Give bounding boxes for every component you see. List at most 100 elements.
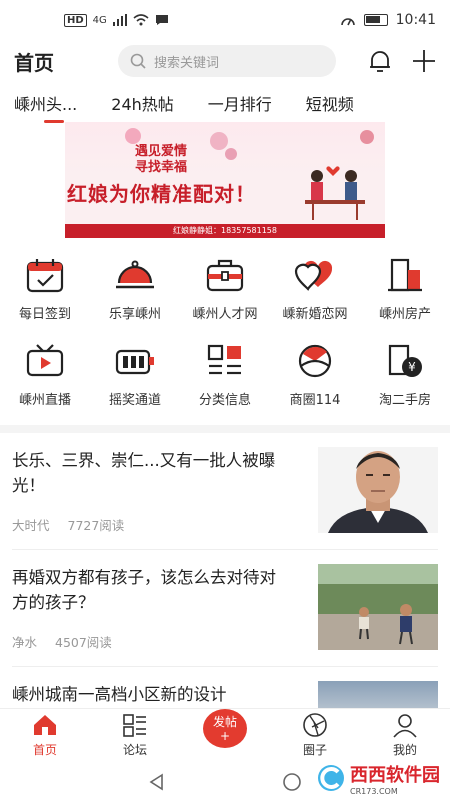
article-meta: 大时代 7727阅读	[12, 515, 124, 534]
tab-shengzhou-headlines[interactable]: 嵊州头...	[14, 91, 77, 123]
article-title: 长乐、三界、崇仁...又有一批人被曝光！	[12, 451, 276, 495]
grid-label: 商圈114	[289, 393, 341, 408]
list-item[interactable]: 再婚双方都有孩子，该怎么去对待对方的孩子？ 净水 4507阅读	[12, 550, 438, 667]
grid-label: 嵊新婚恋网	[282, 307, 348, 322]
banner-slogan-line2: 寻找幸福	[135, 160, 188, 175]
nav-profile[interactable]: 我的	[360, 709, 450, 764]
grid-label: 嵊州房产	[378, 307, 431, 322]
article-thumbnail	[318, 447, 438, 533]
grid-label: 分类信息	[198, 393, 251, 408]
banner-slogan-line1: 遇见爱情	[135, 144, 188, 159]
tab-short-video[interactable]: 短视频	[306, 91, 354, 115]
add-icon[interactable]	[412, 49, 436, 73]
balloon-decoration	[210, 132, 228, 150]
signal-label: 4G	[92, 14, 107, 26]
grid-row-2: 嵊州直播 摇奖通道 分类信息 商圈114 ¥ 淘二手房	[0, 341, 450, 427]
nav-label: 我的	[392, 743, 417, 757]
watermark-sub: CR173.COM	[350, 786, 398, 796]
grid-item-second-hand-house[interactable]: ¥ 淘二手房	[360, 341, 450, 427]
grid-item-lottery[interactable]: 摇奖通道	[90, 341, 180, 427]
tv-play-icon	[23, 341, 67, 381]
post-button-label: 发帖	[212, 714, 237, 729]
briefcase-icon	[203, 255, 247, 295]
grid-item-live-stream[interactable]: 嵊州直播	[0, 341, 90, 427]
grid-item-daily-checkin[interactable]: 每日签到	[0, 255, 90, 341]
battery-icon	[363, 14, 388, 26]
grid-item-real-estate[interactable]: 嵊州房产	[360, 255, 450, 341]
signal-icon	[112, 14, 127, 26]
bell-icon[interactable]	[368, 48, 392, 74]
article-thumbnail	[318, 564, 438, 650]
banner-headline: 红娘为你精准配对！	[67, 182, 256, 206]
wifi-icon	[133, 14, 149, 26]
section-divider	[0, 425, 450, 433]
function-grid: 每日签到 乐享嵊州 嵊州人才网 嵊新婚恋网 嵊州房产 嵊州直播 摇奖通道 分类信…	[0, 255, 450, 427]
nav-circle[interactable]: 圈子	[270, 709, 360, 764]
page-title: 首页	[14, 50, 54, 75]
search-icon	[130, 53, 146, 69]
grid-item-business-114[interactable]: 商圈114	[270, 341, 360, 427]
category-tabs: 嵊州头... 24h热帖 一月排行 短视频	[0, 85, 450, 123]
watermark-text: 西西软件园 CR173.COM	[350, 761, 440, 796]
nav-label: 首页	[32, 743, 57, 757]
grid-item-marriage-network[interactable]: 嵊新婚恋网	[270, 255, 360, 341]
banner-slogan: 遇见爱情 寻找幸福	[135, 144, 187, 176]
lottery-icon	[113, 341, 157, 381]
nav-home[interactable]: 首页	[0, 709, 90, 764]
article-title: 再婚双方都有孩子，该怎么去对待对方的孩子？	[12, 568, 276, 612]
couple-illustration	[305, 166, 365, 220]
article-list: 长乐、三界、崇仁...又有一批人被曝光！ 大时代 7727阅读 再婚双方都有孩子…	[0, 433, 450, 711]
aperture-icon	[302, 711, 328, 739]
article-title: 嵊州城南一高档小区新的设计	[12, 685, 227, 704]
grid-label: 每日签到	[18, 307, 71, 322]
post-plus-icon[interactable]: 发帖 +	[203, 709, 247, 748]
balloon-decoration	[125, 128, 141, 144]
watermark-c-icon	[318, 765, 344, 791]
grid-item-classifieds[interactable]: 分类信息	[180, 341, 270, 427]
portrait-image	[318, 447, 438, 533]
building-icon	[383, 255, 427, 295]
article-source: 大时代	[12, 518, 50, 533]
calendar-check-icon	[23, 255, 67, 295]
article-source: 净水	[12, 635, 38, 650]
home-circle-icon[interactable]	[282, 772, 302, 792]
category-grid-icon	[203, 341, 247, 381]
plus-glyph: +	[219, 728, 231, 743]
food-cloche-icon	[113, 255, 157, 295]
promo-banner[interactable]: 遇见爱情 寻找幸福 红娘为你精准配对！ 红娘静静姐：18357581158	[65, 122, 385, 238]
nav-label: 论坛	[122, 743, 147, 757]
banner-contact: 红娘静静姐：18357581158	[65, 224, 385, 238]
grid-label: 嵊州人才网	[192, 307, 258, 322]
back-icon[interactable]	[148, 773, 166, 791]
watermark-logo: 西西软件园 CR173.COM	[316, 760, 440, 796]
svg-text:¥: ¥	[408, 360, 416, 374]
grid-label: 摇奖通道	[108, 393, 161, 408]
children-photo	[318, 564, 438, 650]
tab-24h-hot[interactable]: 24h热帖	[111, 91, 174, 115]
grid-item-talent-network[interactable]: 嵊州人才网	[180, 255, 270, 341]
grid-item-enjoy-shengzhou[interactable]: 乐享嵊州	[90, 255, 180, 341]
header: 首页 搜索关键词	[0, 40, 450, 82]
grid-label: 淘二手房	[378, 393, 431, 408]
search-input[interactable]: 搜索关键词	[118, 45, 336, 77]
watermark-main: 西西软件园	[350, 764, 440, 786]
nav-post[interactable]: 发帖 +	[180, 709, 270, 764]
status-left: HD 4G	[64, 13, 169, 27]
home-icon	[32, 711, 58, 739]
list-item[interactable]: 嵊州城南一高档小区新的设计	[12, 667, 438, 711]
nav-label: 圈子	[302, 743, 327, 757]
nav-forum[interactable]: 论坛	[90, 709, 180, 764]
article-meta: 净水 4507阅读	[12, 632, 112, 651]
shop-circle-icon	[293, 341, 337, 381]
forum-icon	[122, 711, 148, 739]
balloon-decoration	[360, 130, 374, 144]
search-placeholder: 搜索关键词	[154, 55, 220, 71]
list-item[interactable]: 长乐、三界、崇仁...又有一批人被曝光！ 大时代 7727阅读	[12, 433, 438, 550]
status-bar: HD 4G 10:41	[0, 0, 450, 40]
tab-monthly-ranking[interactable]: 一月排行	[208, 91, 272, 115]
speedometer-icon	[340, 18, 355, 26]
grid-row-1: 每日签到 乐享嵊州 嵊州人才网 嵊新婚恋网 嵊州房产	[0, 255, 450, 341]
message-icon	[155, 15, 168, 25]
carrier-label: HD	[64, 13, 87, 27]
grid-label: 乐享嵊州	[108, 307, 161, 322]
